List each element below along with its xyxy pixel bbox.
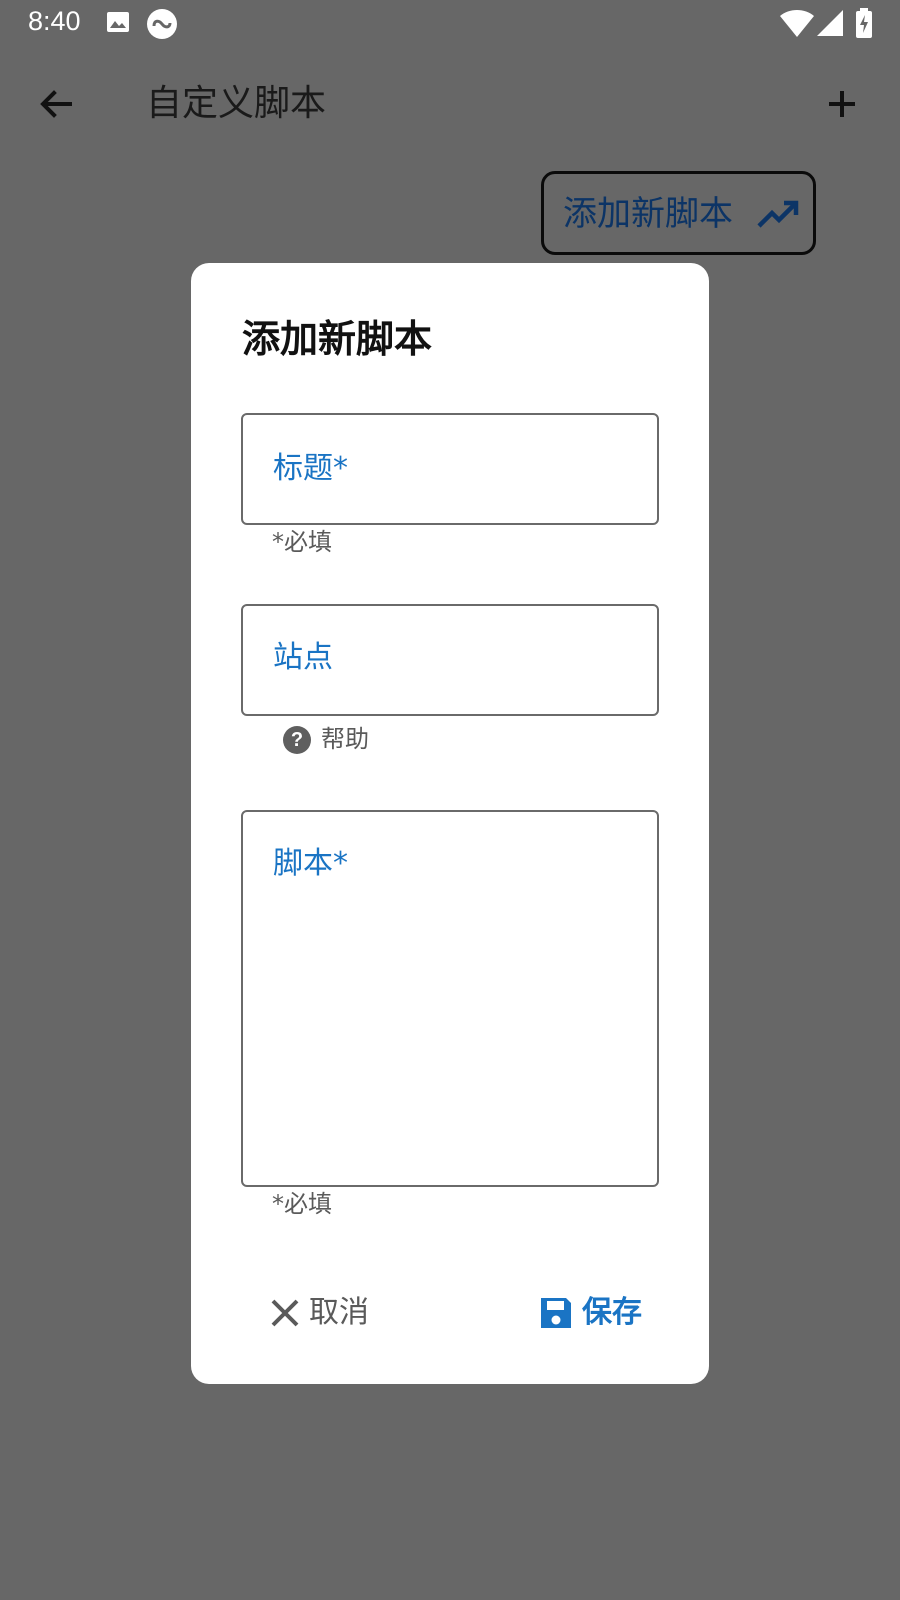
battery-charging-icon (856, 8, 872, 38)
arrow-back-icon (40, 90, 72, 118)
help-link[interactable]: 帮助 (321, 724, 369, 754)
back-button[interactable] (32, 80, 80, 128)
title-field-label: 标题* (273, 451, 348, 486)
script-field-label: 脚本* (273, 846, 348, 881)
signal-icon (817, 10, 843, 36)
title-field[interactable]: 标题* (241, 413, 659, 525)
page-title: 自定义脚本 (146, 83, 327, 124)
trending-up-icon (757, 200, 799, 228)
site-field-label: 站点 (273, 640, 333, 675)
add-button[interactable] (818, 80, 866, 128)
add-script-dialog: 添加新脚本 标题* *必填 站点 ? 帮助 脚本* *必填 取消 保存 (191, 263, 709, 1384)
floppy-disk-icon (541, 1298, 571, 1328)
save-button[interactable]: 保存 (538, 1285, 658, 1341)
add-new-script-label: 添加新脚本 (563, 194, 733, 234)
plus-icon (829, 91, 855, 117)
add-new-script-button[interactable]: 添加新脚本 (541, 171, 816, 255)
script-required-helper: *必填 (272, 1190, 332, 1218)
cancel-button[interactable]: 取消 (269, 1285, 389, 1341)
status-bar: 8:40 (0, 0, 900, 48)
cancel-label: 取消 (309, 1295, 369, 1330)
site-field[interactable]: 站点 (241, 604, 659, 716)
wifi-icon (780, 10, 814, 37)
help-icon[interactable]: ? (283, 726, 311, 754)
save-label: 保存 (582, 1295, 642, 1330)
script-textarea[interactable]: 脚本* (241, 810, 659, 1187)
status-time: 8:40 (28, 6, 81, 36)
image-icon (107, 12, 129, 32)
sync-icon (147, 9, 177, 39)
title-required-helper: *必填 (272, 528, 332, 556)
app-bar: 自定义脚本 (0, 48, 900, 160)
dialog-title: 添加新脚本 (242, 317, 433, 361)
close-icon (271, 1299, 299, 1327)
